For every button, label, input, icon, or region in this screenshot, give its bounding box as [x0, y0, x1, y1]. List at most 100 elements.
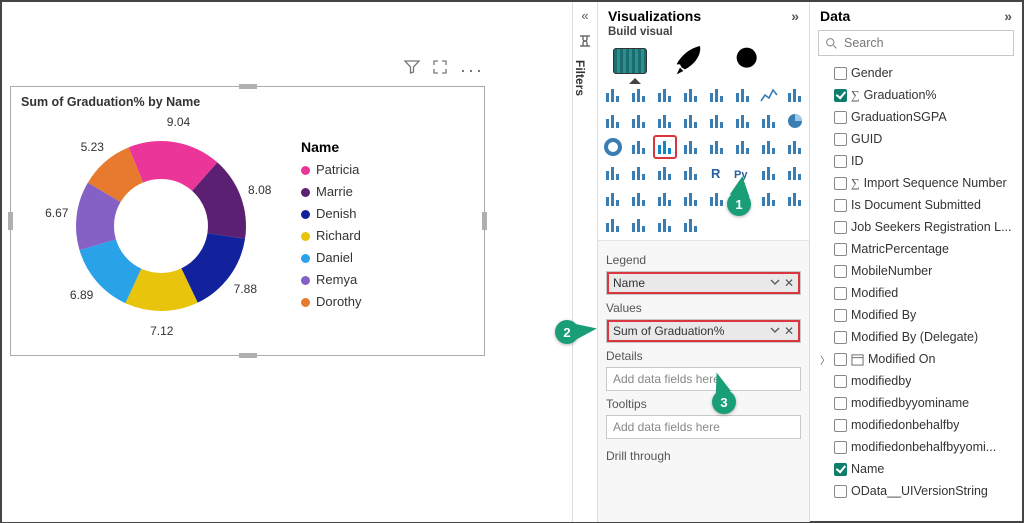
field-row[interactable]: ID	[810, 150, 1022, 172]
focus-mode-icon[interactable]	[432, 59, 448, 80]
tab-build-visual[interactable]	[610, 44, 650, 78]
remove-field-icon[interactable]: ✕	[784, 324, 794, 338]
viz-type-custom1[interactable]	[602, 214, 624, 236]
field-checkbox[interactable]	[834, 133, 847, 146]
viz-type-filled-map[interactable]	[680, 136, 702, 158]
more-options-icon[interactable]: ···	[460, 64, 484, 76]
viz-type-multi-card[interactable]	[784, 136, 806, 158]
details-well-placeholder[interactable]: Add data fields here	[606, 367, 801, 391]
field-checkbox[interactable]	[834, 485, 847, 498]
field-checkbox[interactable]	[834, 441, 847, 454]
viz-type-donut[interactable]	[602, 136, 624, 158]
tooltips-well-placeholder[interactable]: Add data fields here	[606, 415, 801, 439]
field-checkbox[interactable]	[834, 111, 847, 124]
field-checkbox[interactable]	[834, 309, 847, 322]
legend-item[interactable]: Richard	[301, 225, 362, 247]
viz-type-treemap[interactable]	[628, 136, 650, 158]
viz-type-decomposition[interactable]	[784, 162, 806, 184]
viz-type-area[interactable]	[784, 84, 806, 106]
viz-type-waterfall[interactable]	[706, 110, 728, 132]
field-checkbox[interactable]	[834, 287, 847, 300]
viz-type-azure-map[interactable]	[706, 136, 728, 158]
field-row[interactable]: ∑Import Sequence Number	[810, 172, 1022, 194]
report-canvas[interactable]: ··· Sum of Graduation% by Name 9.048.087…	[2, 2, 572, 522]
values-well-field[interactable]: Sum of Graduation% ✕	[606, 319, 801, 343]
chevron-right-icon[interactable]: 〉	[820, 352, 830, 367]
chevron-down-icon[interactable]	[770, 276, 780, 290]
legend-item[interactable]: Remya	[301, 269, 362, 291]
field-row[interactable]: Gender	[810, 62, 1022, 84]
field-row[interactable]: MobileNumber	[810, 260, 1022, 282]
field-checkbox[interactable]	[834, 463, 847, 476]
field-row[interactable]: MatricPercentage	[810, 238, 1022, 260]
resize-handle-left[interactable]	[8, 212, 13, 230]
legend-item[interactable]: Marrie	[301, 181, 362, 203]
legend-item[interactable]: Denish	[301, 203, 362, 225]
field-row[interactable]: 〉Modified On	[810, 348, 1022, 370]
field-row[interactable]: Modified By	[810, 304, 1022, 326]
field-checkbox[interactable]	[834, 177, 847, 190]
viz-type-bars-v[interactable]	[602, 84, 624, 106]
donut-chart[interactable]: 9.048.087.887.126.896.675.23	[21, 111, 301, 341]
viz-type-bars-v-stack[interactable]	[628, 84, 650, 106]
remove-field-icon[interactable]: ✕	[784, 276, 794, 290]
viz-type-powerapps[interactable]	[706, 188, 728, 210]
legend-item[interactable]: Patricia	[301, 159, 362, 181]
field-row[interactable]: Is Document Submitted	[810, 194, 1022, 216]
legend-item[interactable]: Dorothy	[301, 291, 362, 313]
field-row[interactable]: modifiedby	[810, 370, 1022, 392]
field-row[interactable]: Name	[810, 458, 1022, 480]
search-input[interactable]: Search	[818, 30, 1014, 56]
viz-type-custom3[interactable]	[654, 214, 676, 236]
viz-type-kpi[interactable]	[602, 162, 624, 184]
viz-type-more2[interactable]	[784, 188, 806, 210]
viz-type-scatter[interactable]	[758, 110, 780, 132]
viz-type-qna[interactable]	[602, 188, 624, 210]
field-checkbox[interactable]	[834, 265, 847, 278]
field-checkbox[interactable]	[834, 67, 847, 80]
field-list[interactable]: Gender∑Graduation%GraduationSGPAGUIDID∑I…	[810, 60, 1022, 522]
viz-type-pie[interactable]	[784, 110, 806, 132]
legend-well-field[interactable]: Name ✕	[606, 271, 801, 295]
viz-type-bars-h-stack[interactable]	[680, 84, 702, 106]
field-checkbox[interactable]	[834, 199, 847, 212]
field-row[interactable]: Modified By (Delegate)	[810, 326, 1022, 348]
field-checkbox[interactable]	[834, 375, 847, 388]
viz-type-get-more[interactable]	[680, 214, 702, 236]
viz-type-custom2[interactable]	[628, 214, 650, 236]
tab-analytics[interactable]	[730, 44, 770, 78]
field-row[interactable]: GraduationSGPA	[810, 106, 1022, 128]
viz-type-line-chart[interactable]	[758, 84, 780, 106]
viz-type-gauge[interactable]	[732, 136, 754, 158]
viz-type-map[interactable]	[654, 136, 676, 158]
viz-type-paginated[interactable]	[654, 188, 676, 210]
field-checkbox[interactable]	[834, 397, 847, 410]
field-checkbox[interactable]	[834, 243, 847, 256]
viz-type-matrix[interactable]	[680, 162, 702, 184]
viz-type-combo2[interactable]	[654, 110, 676, 132]
field-checkbox[interactable]	[834, 89, 847, 102]
visual-tile[interactable]: ··· Sum of Graduation% by Name 9.048.087…	[10, 86, 485, 356]
viz-type-smart[interactable]	[628, 188, 650, 210]
chevron-down-icon[interactable]	[770, 324, 780, 338]
field-row[interactable]: GUID	[810, 128, 1022, 150]
expand-filters-icon[interactable]: «	[573, 8, 597, 23]
viz-type-area-stack[interactable]	[602, 110, 624, 132]
viz-type-bars-100[interactable]	[706, 84, 728, 106]
viz-type-slicer[interactable]	[628, 162, 650, 184]
field-checkbox[interactable]	[834, 353, 847, 366]
resize-handle-top[interactable]	[239, 84, 257, 89]
resize-handle-right[interactable]	[482, 212, 487, 230]
field-row[interactable]: modifiedonbehalfby	[810, 414, 1022, 436]
viz-type-table[interactable]	[654, 162, 676, 184]
collapse-data-icon[interactable]: »	[1004, 8, 1012, 24]
field-row[interactable]: Job Seekers Registration L...	[810, 216, 1022, 238]
field-checkbox[interactable]	[834, 331, 847, 344]
filters-icon[interactable]	[573, 33, 597, 54]
viz-type-funnel[interactable]	[732, 110, 754, 132]
viz-type-key-inf[interactable]	[758, 162, 780, 184]
filters-pane-collapsed[interactable]: « Filters	[572, 2, 598, 522]
viz-type-arcgis[interactable]	[680, 188, 702, 210]
field-checkbox[interactable]	[834, 419, 847, 432]
viz-type-bars-h[interactable]	[654, 84, 676, 106]
